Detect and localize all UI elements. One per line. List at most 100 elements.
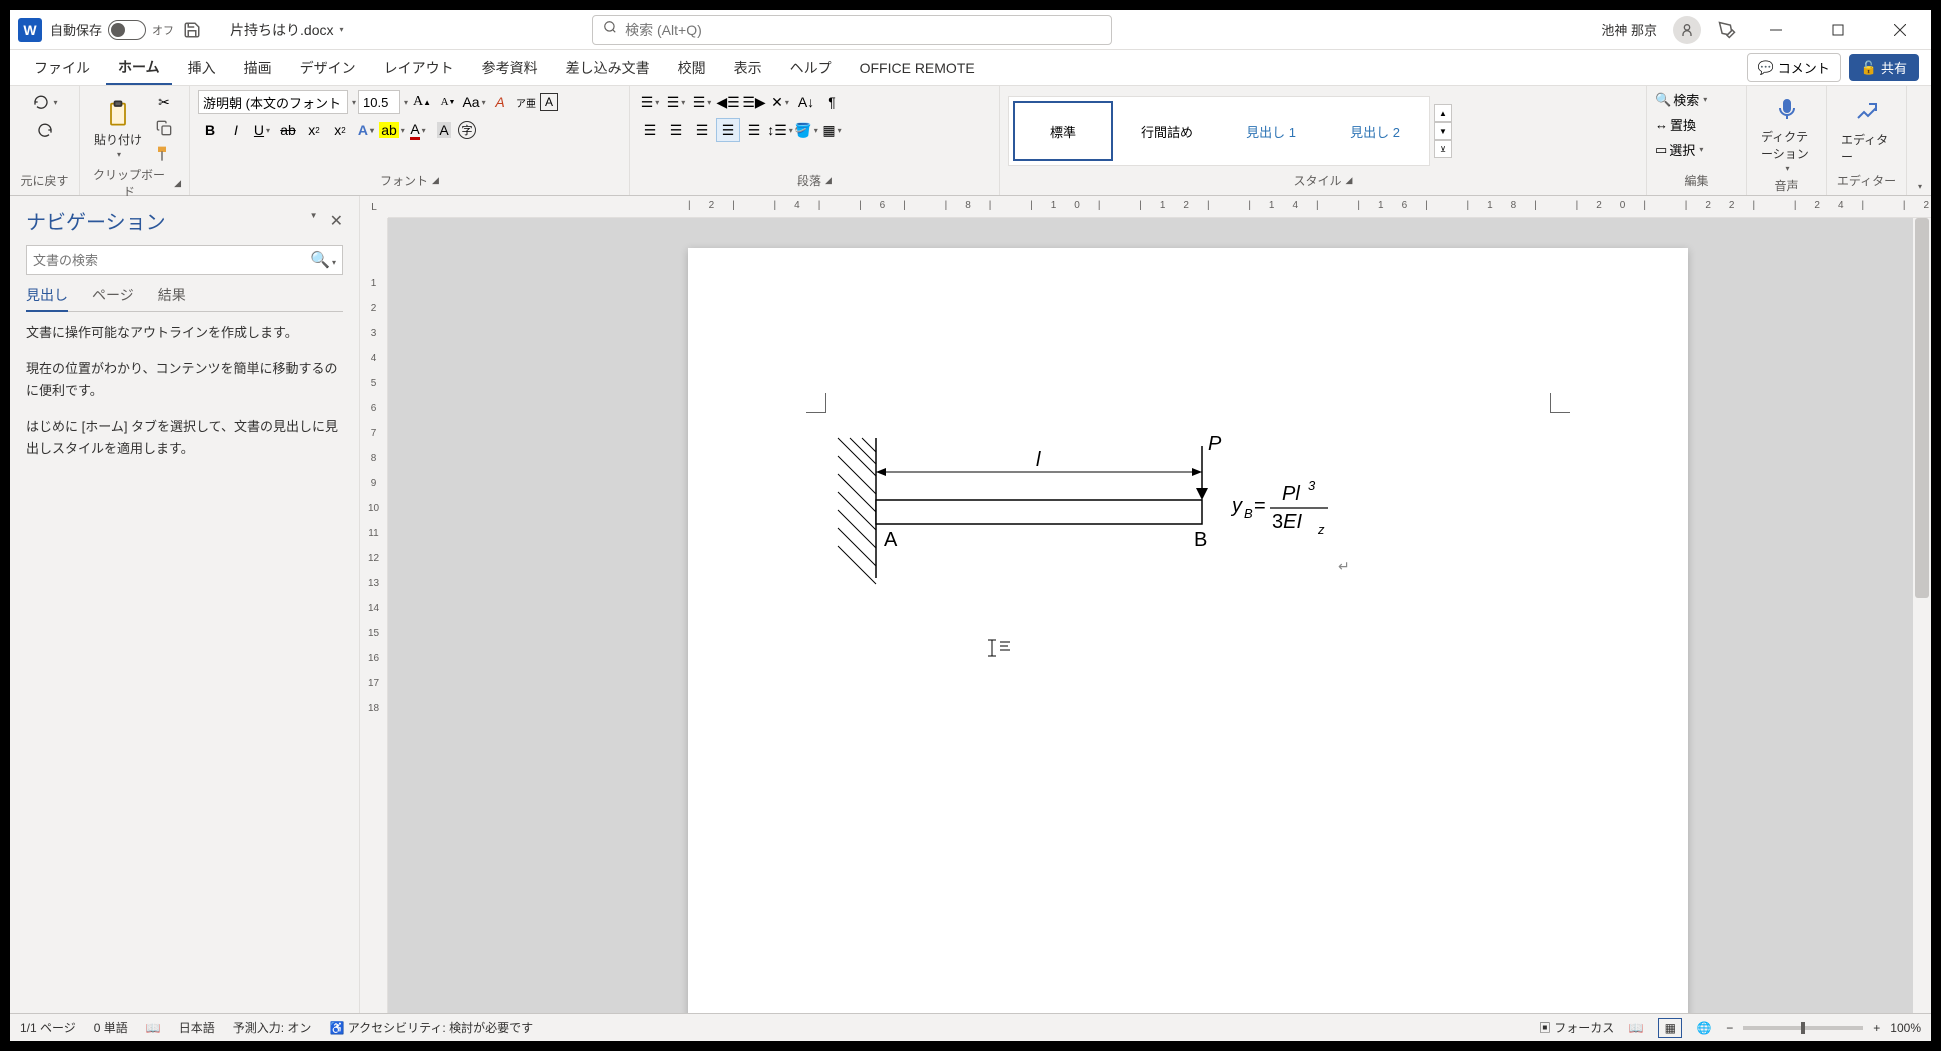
cantilever-beam-diagram[interactable]: l P A B y	[828, 428, 1368, 598]
sort-button[interactable]: A↓	[794, 90, 818, 114]
font-name-select[interactable]	[198, 90, 348, 114]
page-count[interactable]: 1/1 ページ	[20, 1019, 76, 1036]
nav-tab-headings[interactable]: 見出し	[26, 285, 68, 312]
distributed-button[interactable]: ☰	[742, 118, 766, 142]
clear-formatting-button[interactable]: A	[488, 90, 512, 114]
word-count[interactable]: 0 単語	[94, 1019, 128, 1036]
replace-button[interactable]: ↔置換	[1655, 115, 1696, 134]
tab-file[interactable]: ファイル	[22, 52, 102, 84]
zoom-out-button[interactable]: −	[1726, 1021, 1733, 1035]
nav-search-input[interactable]	[33, 253, 310, 268]
format-painter-button[interactable]	[152, 142, 176, 166]
tab-insert[interactable]: 挿入	[176, 52, 228, 84]
paste-button[interactable]: 貼り付け ▾	[88, 93, 148, 163]
bold-button[interactable]: B	[198, 118, 222, 142]
vertical-scrollbar[interactable]	[1913, 218, 1931, 1013]
save-icon[interactable]	[182, 20, 202, 40]
read-mode-button[interactable]: 📖	[1624, 1018, 1648, 1038]
underline-button[interactable]: U▾	[250, 118, 274, 142]
justify-button[interactable]: ☰	[716, 118, 740, 142]
italic-button[interactable]: I	[224, 118, 248, 142]
tab-review[interactable]: 校閲	[666, 52, 718, 84]
spellcheck-icon[interactable]: 📖	[146, 1021, 161, 1035]
horizontal-ruler[interactable]: |2| |4| |6| |8| |10| |12| |14| |16| |18|…	[388, 196, 1931, 218]
enclose-characters-button[interactable]: 字	[458, 121, 476, 139]
styles-scroll-down[interactable]: ▼	[1434, 122, 1452, 140]
document-name[interactable]: 片持ちはり.docx ▾	[230, 20, 343, 40]
dictation-button[interactable]: ディクテーション▾	[1755, 90, 1818, 177]
scrollbar-thumb[interactable]	[1915, 218, 1929, 598]
change-case-button[interactable]: Aa▾	[462, 90, 486, 114]
shading-button[interactable]: 🪣▾	[794, 118, 818, 142]
find-button[interactable]: 🔍検索▾	[1655, 90, 1707, 109]
align-right-button[interactable]: ☰	[690, 118, 714, 142]
search-input[interactable]	[625, 22, 1101, 38]
search-icon[interactable]: 🔍▾	[310, 250, 336, 270]
highlight-button[interactable]: ab▾	[380, 118, 404, 142]
cut-button[interactable]: ✂	[152, 90, 176, 114]
tab-draw[interactable]: 描画	[232, 52, 284, 84]
tab-mailings[interactable]: 差し込み文書	[554, 52, 662, 84]
nav-tab-results[interactable]: 結果	[158, 285, 186, 305]
zoom-in-button[interactable]: +	[1873, 1021, 1880, 1035]
dialog-launcher-icon[interactable]: ◢	[1346, 175, 1353, 186]
nav-search-box[interactable]: 🔍▾	[26, 245, 343, 275]
focus-mode[interactable]: ▣ フォーカス	[1539, 1019, 1614, 1036]
minimize-button[interactable]	[1753, 14, 1799, 46]
redo-button[interactable]	[33, 118, 57, 142]
document-page[interactable]: l P A B y	[688, 248, 1688, 1013]
strikethrough-button[interactable]: ab	[276, 118, 300, 142]
align-left-button[interactable]: ☰	[638, 118, 662, 142]
web-layout-button[interactable]: 🌐	[1692, 1018, 1716, 1038]
tab-layout[interactable]: レイアウト	[372, 52, 466, 84]
close-button[interactable]	[1877, 14, 1923, 46]
print-layout-button[interactable]: ▦	[1658, 1018, 1682, 1038]
align-center-button[interactable]: ☰	[664, 118, 688, 142]
text-effects-button[interactable]: A▾	[354, 118, 378, 142]
multilevel-list-button[interactable]: ☰▾	[690, 90, 714, 114]
select-button[interactable]: ▭選択▾	[1655, 140, 1703, 159]
ime-status[interactable]: 予測入力: オン	[233, 1019, 312, 1036]
search-box[interactable]	[592, 15, 1112, 45]
style-heading1[interactable]: 見出し 1	[1221, 101, 1321, 161]
tab-references[interactable]: 参考資料	[470, 52, 550, 84]
decrease-indent-button[interactable]: ◀☰	[716, 90, 740, 114]
share-button[interactable]: 🔓 共有	[1849, 54, 1919, 81]
styles-scroll-up[interactable]: ▲	[1434, 104, 1452, 122]
styles-gallery[interactable]: 標準 行間詰め 見出し 1 見出し 2	[1008, 96, 1430, 166]
accessibility-status[interactable]: ♿ アクセシビリティ: 検討が必要です	[329, 1019, 533, 1036]
style-no-spacing[interactable]: 行間詰め	[1117, 101, 1217, 161]
ruler-corner[interactable]: L	[360, 196, 388, 218]
borders-button[interactable]: ▦▾	[820, 118, 844, 142]
bullets-button[interactable]: ☰▾	[638, 90, 662, 114]
comments-button[interactable]: 💬 コメント	[1747, 53, 1841, 82]
style-heading2[interactable]: 見出し 2	[1325, 101, 1425, 161]
zoom-slider[interactable]	[1743, 1026, 1863, 1030]
copy-button[interactable]	[152, 116, 176, 140]
styles-expand[interactable]: ⊻	[1434, 140, 1452, 158]
style-normal[interactable]: 標準	[1013, 101, 1113, 161]
decrease-font-button[interactable]: A▼	[436, 90, 460, 114]
superscript-button[interactable]: x2	[328, 118, 352, 142]
autosave-toggle-group[interactable]: 自動保存 オフ	[50, 20, 174, 40]
close-icon[interactable]: ✕	[330, 211, 343, 231]
tab-home[interactable]: ホーム	[106, 51, 172, 85]
increase-font-button[interactable]: A▲	[410, 90, 434, 114]
maximize-button[interactable]	[1815, 14, 1861, 46]
nav-tab-pages[interactable]: ページ	[92, 285, 134, 305]
show-marks-button[interactable]: ¶	[820, 90, 844, 114]
dialog-launcher-icon[interactable]: ◢	[825, 175, 832, 186]
autosave-toggle[interactable]	[108, 20, 146, 40]
increase-indent-button[interactable]: ☰▶	[742, 90, 766, 114]
tab-design[interactable]: デザイン	[288, 52, 368, 84]
line-spacing-button[interactable]: ↕☰▾	[768, 118, 792, 142]
asian-layout-button[interactable]: ✕▾	[768, 90, 792, 114]
collapse-ribbon-button[interactable]: ▾	[1918, 182, 1922, 191]
nav-dropdown-icon[interactable]: ▼	[310, 211, 318, 231]
editor-button[interactable]: エディター	[1835, 93, 1898, 169]
tab-help[interactable]: ヘルプ	[778, 52, 844, 84]
subscript-button[interactable]: x2	[302, 118, 326, 142]
phonetic-guide-button[interactable]: ア亜	[514, 90, 538, 114]
font-color-button[interactable]: A▾	[406, 118, 430, 142]
tab-office-remote[interactable]: OFFICE REMOTE	[848, 54, 987, 82]
